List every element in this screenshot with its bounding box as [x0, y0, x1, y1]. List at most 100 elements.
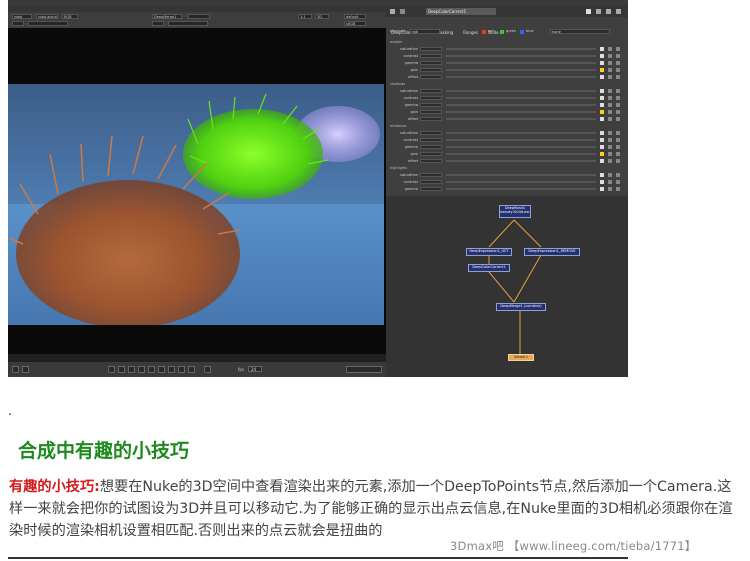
- animation-menu-icon[interactable]: [616, 138, 620, 142]
- expand-channels-icon[interactable]: [608, 75, 612, 79]
- animation-menu-icon[interactable]: [616, 103, 620, 107]
- timeline-start-button[interactable]: [12, 366, 19, 373]
- param-slider[interactable]: [446, 104, 596, 106]
- param-value-field[interactable]: [420, 75, 442, 79]
- animation-menu-icon[interactable]: [616, 61, 620, 65]
- param-slider[interactable]: [446, 97, 596, 99]
- param-slider[interactable]: [446, 174, 596, 176]
- section-midtones[interactable]: midtones: [390, 123, 430, 129]
- param-slider[interactable]: [446, 111, 596, 113]
- expand-channels-icon[interactable]: [608, 47, 612, 51]
- gain-field[interactable]: [12, 21, 24, 26]
- expand-channels-icon[interactable]: [608, 117, 612, 121]
- param-value-field[interactable]: [420, 68, 442, 72]
- prev-keyframe-button[interactable]: [118, 366, 125, 373]
- section-master[interactable]: master: [390, 39, 430, 45]
- view-mode-select[interactable]: 3D: [315, 14, 329, 19]
- param-value-field[interactable]: [420, 117, 442, 121]
- color-picker-icon[interactable]: [600, 75, 604, 79]
- animation-menu-icon[interactable]: [616, 152, 620, 156]
- expand-channels-icon[interactable]: [608, 152, 612, 156]
- animation-menu-icon[interactable]: [616, 75, 620, 79]
- param-value-field[interactable]: [420, 152, 442, 156]
- expand-channels-icon[interactable]: [608, 187, 612, 191]
- viewer-viewport[interactable]: [8, 28, 386, 354]
- gamma-slider[interactable]: [168, 21, 208, 26]
- param-value-field[interactable]: [420, 131, 442, 135]
- zoom-select[interactable]: 1:1: [298, 14, 312, 19]
- param-slider[interactable]: [446, 62, 596, 64]
- node-deepcolorcorrect[interactable]: DeepColorCorrect1: [468, 264, 510, 272]
- color-picker-icon[interactable]: [600, 68, 604, 72]
- param-value-field[interactable]: [420, 159, 442, 163]
- node-deepexpression-remove[interactable]: DeepExpression1_REMOVE: [524, 248, 580, 256]
- input-b-select[interactable]: [188, 14, 210, 19]
- stop-button[interactable]: [148, 366, 155, 373]
- param-value-field[interactable]: [420, 89, 442, 93]
- close-panel-icon[interactable]: [390, 9, 395, 14]
- color-picker-icon[interactable]: [600, 47, 604, 51]
- color-picker-icon[interactable]: [600, 138, 604, 142]
- blue-checkbox[interactable]: [520, 30, 524, 34]
- color-picker-icon[interactable]: [600, 103, 604, 107]
- channels-select[interactable]: rgba: [12, 14, 32, 19]
- gain-slider[interactable]: [28, 21, 68, 26]
- param-value-field[interactable]: [420, 145, 442, 149]
- lut-select[interactable]: default: [344, 14, 366, 19]
- next-frame-button[interactable]: [168, 366, 175, 373]
- animation-menu-icon[interactable]: [616, 180, 620, 184]
- color-picker-icon[interactable]: [600, 131, 604, 135]
- color-picker-icon[interactable]: [600, 187, 604, 191]
- node-name-field[interactable]: DeepColorCorrect1: [426, 8, 496, 15]
- channels-select[interactable]: rgb: [410, 29, 440, 34]
- expand-channels-icon[interactable]: [608, 159, 612, 163]
- expand-channels-icon[interactable]: [608, 138, 612, 142]
- color-picker-icon[interactable]: [600, 110, 604, 114]
- param-value-field[interactable]: [420, 96, 442, 100]
- expand-channels-icon[interactable]: [608, 103, 612, 107]
- param-value-field[interactable]: [420, 187, 442, 191]
- mask-select[interactable]: none: [550, 29, 610, 34]
- param-slider[interactable]: [446, 139, 596, 141]
- param-slider[interactable]: [446, 90, 596, 92]
- expand-channels-icon[interactable]: [608, 96, 612, 100]
- param-value-field[interactable]: [420, 61, 442, 65]
- animation-menu-icon[interactable]: [616, 173, 620, 177]
- expand-channels-icon[interactable]: [608, 131, 612, 135]
- color-picker-icon[interactable]: [600, 159, 604, 163]
- skip-to-end-button[interactable]: [188, 366, 195, 373]
- animation-menu-icon[interactable]: [616, 131, 620, 135]
- colorspace-select[interactable]: RGB: [62, 14, 78, 19]
- color-picker-icon[interactable]: [600, 117, 604, 121]
- red-checkbox[interactable]: [482, 30, 486, 34]
- color-picker-icon[interactable]: [600, 89, 604, 93]
- animation-menu-icon[interactable]: [616, 47, 620, 51]
- end-frame-field[interactable]: [346, 366, 382, 373]
- input-process-select[interactable]: sRGB: [344, 21, 366, 26]
- param-slider[interactable]: [446, 132, 596, 134]
- node-viewer[interactable]: Viewer1: [508, 354, 534, 361]
- node-deepexpression-get[interactable]: DeepExpression1_GET: [466, 248, 512, 256]
- help-icon[interactable]: [596, 9, 601, 14]
- animation-menu-icon[interactable]: [616, 145, 620, 149]
- animation-menu-icon[interactable]: [616, 68, 620, 72]
- param-value-field[interactable]: [420, 173, 442, 177]
- param-value-field[interactable]: [420, 180, 442, 184]
- param-slider[interactable]: [446, 118, 596, 120]
- section-shadows[interactable]: shadows: [390, 81, 430, 87]
- maximize-icon[interactable]: [616, 9, 621, 14]
- param-slider[interactable]: [446, 181, 596, 183]
- color-picker-icon[interactable]: [600, 145, 604, 149]
- revert-icon[interactable]: [606, 9, 611, 14]
- param-slider[interactable]: [446, 55, 596, 57]
- expand-channels-icon[interactable]: [608, 173, 612, 177]
- expand-channels-icon[interactable]: [608, 145, 612, 149]
- animation-menu-icon[interactable]: [616, 117, 620, 121]
- animation-menu-icon[interactable]: [616, 96, 620, 100]
- prev-frame-button[interactable]: [128, 366, 135, 373]
- loop-mode-button[interactable]: [204, 366, 211, 373]
- param-slider[interactable]: [446, 69, 596, 71]
- expand-channels-icon[interactable]: [608, 89, 612, 93]
- node-graph[interactable]: DeepRead1 beauty.%04d.exr DeepExpression…: [386, 196, 628, 377]
- color-picker-icon[interactable]: [600, 173, 604, 177]
